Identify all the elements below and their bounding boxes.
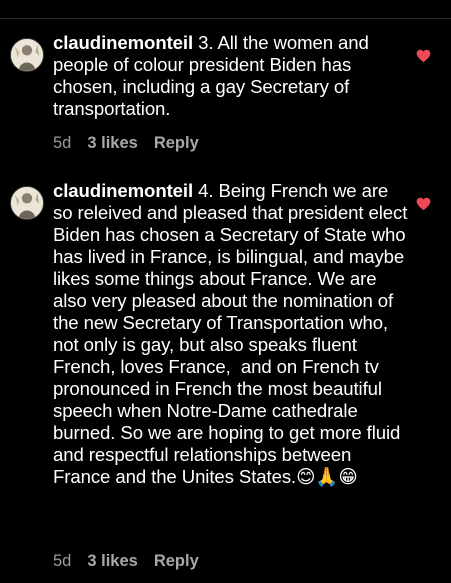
comment-age: 5d <box>53 552 72 570</box>
comment-body: claudinemonteil 3. All the women and peo… <box>53 32 411 120</box>
comment-age: 5d <box>53 134 72 152</box>
likes-count-link[interactable]: 3 likes <box>87 552 137 571</box>
comment-body: claudinemonteil 4. Being French we are s… <box>53 180 411 488</box>
comment-text: 4. Being French we are so releived and p… <box>53 180 413 487</box>
comment-username[interactable]: claudinemonteil <box>53 180 193 201</box>
reply-button[interactable]: Reply <box>154 552 199 571</box>
like-button[interactable] <box>416 197 431 211</box>
avatar[interactable] <box>10 186 44 220</box>
avatar-icon <box>11 187 43 219</box>
comment-meta: 5d 3 likes Reply <box>53 134 199 153</box>
avatar[interactable] <box>10 38 44 72</box>
likes-count-link[interactable]: 3 likes <box>87 134 137 153</box>
comment-username[interactable]: claudinemonteil <box>53 32 193 53</box>
top-divider <box>0 18 451 19</box>
comment-meta: 5d 3 likes Reply <box>53 552 199 571</box>
like-button[interactable] <box>416 49 431 63</box>
avatar-icon <box>11 39 43 71</box>
heart-icon <box>416 197 431 211</box>
reply-button[interactable]: Reply <box>154 134 199 153</box>
heart-icon <box>416 49 431 63</box>
